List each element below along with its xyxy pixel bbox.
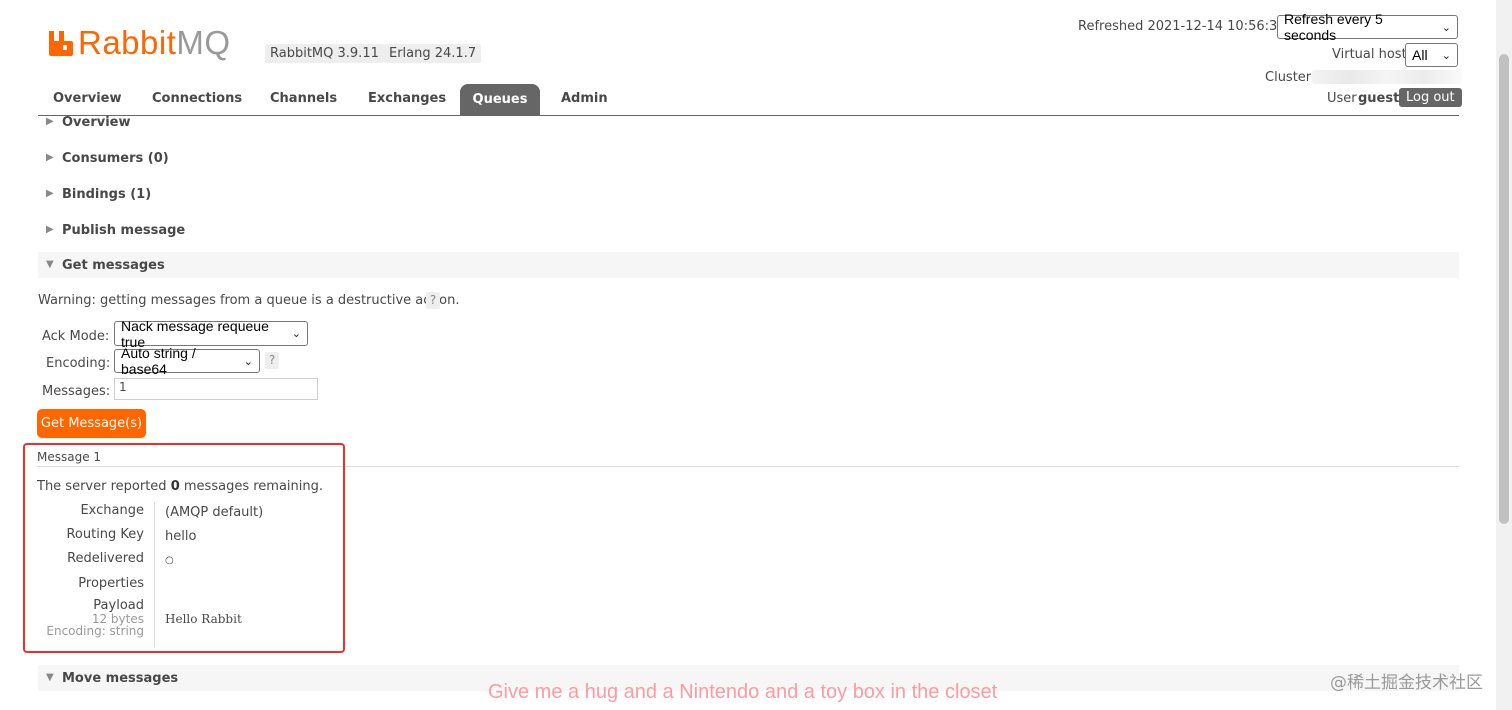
section-get-messages[interactable]: ▼ Get messages <box>38 252 1459 278</box>
virtual-host-label: Virtual host <box>1332 47 1407 62</box>
refreshed-timestamp: Refreshed 2021-12-14 10:56:31 <box>1078 19 1286 34</box>
encoding-select[interactable]: Auto string / base64 ⌄ <box>114 345 260 377</box>
destructive-warning: Warning: getting messages from a queue i… <box>38 293 460 308</box>
messages-count-label: Messages: <box>42 384 111 399</box>
tab-overview[interactable]: Overview <box>53 91 122 106</box>
refresh-interval-value: Refresh every 5 seconds <box>1284 11 1383 43</box>
get-messages-button[interactable]: Get Message(s) <box>37 409 146 438</box>
section-move-title: Move messages <box>62 671 179 686</box>
triangle-down-icon: ▼ <box>46 259 54 270</box>
triangle-down-icon: ▼ <box>46 672 54 683</box>
triangle-right-icon: ▶ <box>46 116 54 127</box>
section-get-title: Get messages <box>62 258 165 273</box>
chevron-down-icon: ⌄ <box>291 328 301 340</box>
triangle-right-icon: ▶ <box>46 224 54 235</box>
erlang-version-badge: Erlang 24.1.7 <box>384 44 482 63</box>
encoding-label: Encoding: <box>46 356 111 371</box>
overlay-caption: Give me a hug and a Nintendo and a toy b… <box>488 681 998 703</box>
encoding-help-icon[interactable]: ? <box>265 352 279 369</box>
rabbit-logo-icon <box>49 31 73 56</box>
rabbitmq-version-badge: RabbitMQ 3.9.11 <box>265 44 384 63</box>
site-watermark: @稀土掘金技术社区 <box>1330 673 1483 693</box>
page-scrollbar[interactable] <box>1496 0 1512 710</box>
chevron-down-icon: ⌄ <box>1441 21 1451 34</box>
chevron-down-icon: ⌄ <box>1441 49 1451 62</box>
logo-wordmark: RabbitMQ <box>78 24 231 62</box>
tab-admin[interactable]: Admin <box>561 91 608 106</box>
section-publish-message[interactable]: ▶ Publish message <box>38 218 1459 244</box>
chevron-down-icon: ⌄ <box>243 355 253 368</box>
virtual-host-select[interactable]: All ⌄ <box>1405 43 1458 67</box>
section-consumers[interactable]: ▶ Consumers (0) <box>38 146 1459 172</box>
tab-connections[interactable]: Connections <box>152 91 242 106</box>
section-bindings-title: Bindings (1) <box>62 187 152 202</box>
scrollbar-thumb[interactable] <box>1499 54 1509 524</box>
ack-mode-label: Ack Mode: <box>42 329 110 344</box>
triangle-right-icon: ▶ <box>46 188 54 199</box>
encoding-value: Auto string / base64 <box>121 345 196 377</box>
logo-mq-text: MQ <box>176 24 231 61</box>
messages-count-input[interactable]: 1 <box>114 378 318 400</box>
refresh-interval-select[interactable]: Refresh every 5 seconds ⌄ <box>1277 11 1458 43</box>
section-overview[interactable]: ▶ Overview <box>38 110 1459 136</box>
warning-help-icon[interactable]: ? <box>426 292 440 309</box>
section-overview-title: Overview <box>62 115 131 130</box>
section-publish-title: Publish message <box>62 223 186 238</box>
virtual-host-value: All <box>1412 47 1428 63</box>
annotation-highlight-box <box>23 443 345 653</box>
ack-mode-select[interactable]: Nack message requeue true ⌄ <box>114 318 308 350</box>
triangle-right-icon: ▶ <box>46 152 54 163</box>
tab-channels[interactable]: Channels <box>270 91 337 106</box>
tab-exchanges[interactable]: Exchanges <box>368 91 446 106</box>
section-bindings[interactable]: ▶ Bindings (1) <box>38 182 1459 208</box>
section-consumers-title: Consumers (0) <box>62 151 169 166</box>
logo-rabbit-text: Rabbit <box>78 24 177 61</box>
